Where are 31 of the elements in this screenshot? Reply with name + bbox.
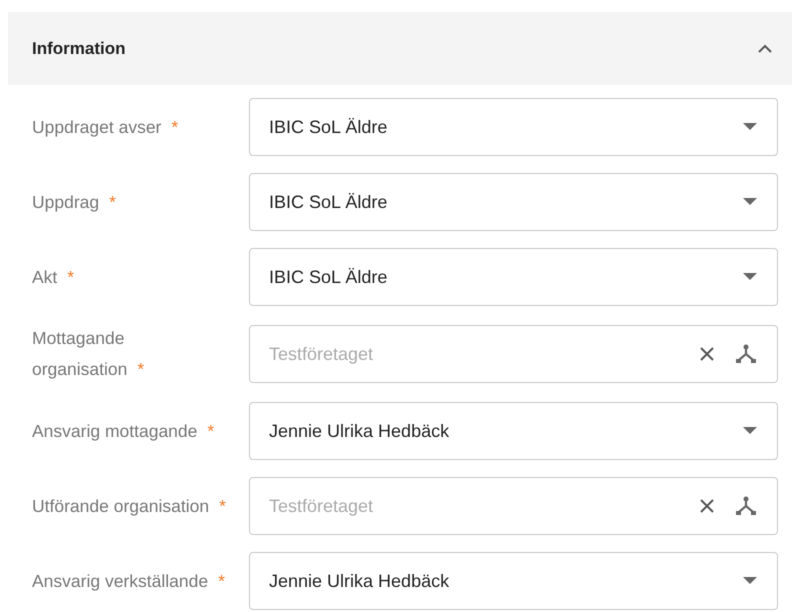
field-label: Ansvarig mottagande [32, 420, 198, 440]
hierarchy-icon[interactable] [735, 344, 757, 364]
required-marker: * [207, 420, 214, 440]
field-label: Utförande organisation [32, 496, 210, 516]
required-marker: * [109, 192, 116, 212]
required-marker: * [219, 496, 226, 516]
field-label: Uppdraget avser [32, 116, 162, 136]
caret-icon [743, 577, 757, 585]
required-marker: * [137, 359, 144, 379]
field-label: Akt [32, 266, 58, 286]
caret-icon [743, 273, 757, 281]
caret-icon [743, 198, 757, 206]
dropdown-field[interactable]: IBIC SoL Äldre [249, 248, 778, 306]
clear-icon[interactable] [699, 346, 715, 362]
caret-icon [743, 123, 757, 131]
section-header[interactable]: Information [8, 12, 792, 85]
required-marker: * [171, 116, 178, 136]
section-title: Information [32, 38, 126, 58]
required-marker: * [218, 570, 225, 590]
field-label: Mottagande organisation [32, 328, 128, 379]
required-marker: * [67, 266, 74, 286]
dropdown-field[interactable]: IBIC SoL Äldre [249, 173, 778, 231]
hierarchy-icon[interactable] [735, 496, 757, 516]
dropdown-field[interactable]: Jennie Ulrika Hedbäck [249, 402, 778, 460]
chevron-icon[interactable] [758, 44, 772, 54]
field-label: Ansvarig verkställande [32, 570, 208, 590]
caret-icon [743, 427, 757, 435]
dropdown-field[interactable]: Jennie Ulrika Hedbäck [249, 552, 778, 610]
field-label: Uppdrag [32, 192, 100, 212]
dropdown-field[interactable]: IBIC SoL Äldre [249, 98, 778, 156]
clear-icon[interactable] [699, 498, 715, 514]
